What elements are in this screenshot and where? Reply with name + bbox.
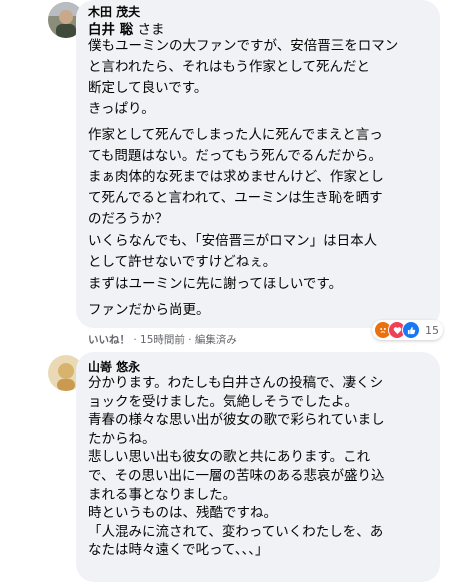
comment-paragraph: 作家として死んでしまった人に死んでまえと言っ ても問題はない。だってもう死んでる… xyxy=(88,127,384,227)
mention-tag[interactable]: 白井 聡 さま xyxy=(88,18,165,38)
comment-paragraph: まずはユーミンに先に謝ってほしいです。 xyxy=(88,276,343,292)
reaction-summary[interactable]: 15 xyxy=(372,320,443,340)
timestamp[interactable]: 15時間前 xyxy=(140,334,185,346)
comment-author[interactable]: 山嵜 悠永 xyxy=(88,358,140,375)
reaction-count: 15 xyxy=(425,323,439,337)
like-reaction-icon xyxy=(402,321,420,339)
comment-paragraph: きっぱり。 xyxy=(88,101,155,117)
comment-body: 分かります。わたしも白井さんの投稿で、凄くシ ョックを受けました。気絶しそうでし… xyxy=(88,375,385,559)
edited-label: 編集済み xyxy=(194,334,237,346)
comment-paragraph: いくらなんでも、「安倍晋三がロマン」は日本人 として許せないですけどねぇ。 xyxy=(88,233,378,270)
comment-paragraph: ファンだから尚更。 xyxy=(88,302,210,318)
comment-paragraph: 僕もユーミンの大ファンですが、安倍晋三をロマン と言われたら、それはもう作家とし… xyxy=(88,38,399,96)
comment-actions: いいね！ · 15時間前 · 編集済み xyxy=(88,334,237,346)
like-button[interactable]: いいね！ xyxy=(88,334,130,346)
